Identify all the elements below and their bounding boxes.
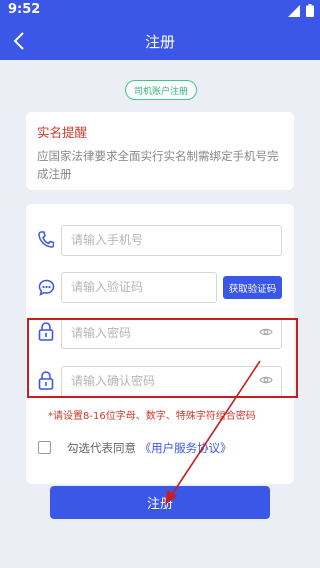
nav-bar: 注册	[0, 22, 320, 60]
app-header: 9:52 注册	[0, 0, 320, 60]
phone-input[interactable]: 请输入手机号	[61, 225, 282, 256]
notice-title: 实名提醒	[37, 125, 88, 140]
code-input[interactable]: 请输入验证码	[61, 272, 217, 303]
status-icons	[288, 4, 314, 17]
phone-icon	[38, 231, 54, 248]
get-code-button[interactable]: 获取验证码	[223, 276, 282, 299]
password-hint: *请设置8-16位字母、数字、特殊字符组合密码	[48, 411, 256, 422]
account-type-badge: 司机账户注册	[125, 80, 197, 100]
page-title: 注册	[144, 33, 175, 51]
status-bar: 9:52	[0, 0, 320, 22]
notice-text: 应国家法律要求全面实行实名制需绑定手机号完成注册	[37, 149, 279, 181]
agree-text: 勾选代表同意 《用户服务协议》	[67, 440, 232, 456]
agree-checkbox[interactable]	[38, 441, 51, 454]
realname-notice: 实名提醒 应国家法律要求全面实行实名制需绑定手机号完成注册	[26, 112, 294, 190]
signal-icon	[288, 4, 300, 17]
battery-icon	[306, 4, 314, 17]
service-agreement-link[interactable]: 《用户服务协议》	[140, 441, 232, 455]
agree-prefix: 勾选代表同意	[67, 441, 136, 455]
status-time: 9:52	[8, 2, 41, 17]
chat-icon	[38, 279, 55, 296]
annotation-highlight-box	[27, 318, 298, 398]
register-button[interactable]: 注册	[50, 486, 270, 519]
